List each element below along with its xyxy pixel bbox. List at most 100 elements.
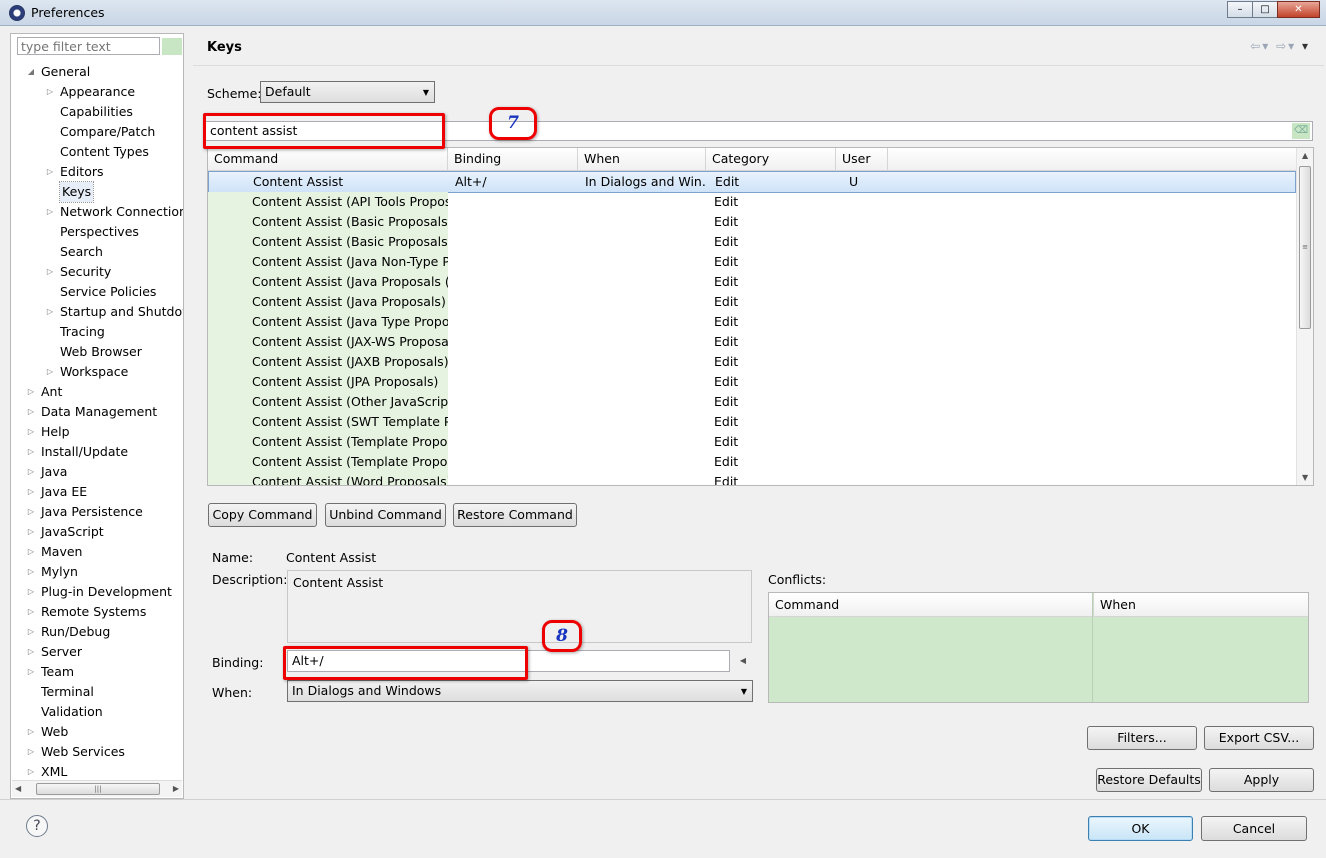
binding-menu-icon[interactable]: ◀ bbox=[734, 650, 752, 672]
expand-arrow-icon[interactable]: ▷ bbox=[26, 382, 36, 402]
clear-search-icon[interactable]: ⌫ bbox=[1292, 123, 1310, 139]
back-arrow-icon[interactable]: ⇦▾ bbox=[1250, 39, 1270, 53]
column-header[interactable]: Category bbox=[706, 148, 836, 171]
view-menu-icon[interactable]: ▾ bbox=[1302, 39, 1310, 53]
forward-arrow-icon[interactable]: ⇨▾ bbox=[1276, 39, 1296, 53]
table-row[interactable]: Content Assist Alt+/ In Dialogs and Win...… bbox=[208, 171, 1296, 193]
expand-arrow-icon[interactable]: ▷ bbox=[26, 442, 36, 462]
column-header[interactable]: Command bbox=[208, 148, 448, 171]
tree-item[interactable]: ▷ Server bbox=[11, 642, 183, 662]
tree-item[interactable]: ▷ Team bbox=[11, 662, 183, 682]
tree-item[interactable]: Tracing bbox=[11, 322, 183, 342]
tree-item[interactable]: ▷ Java EE bbox=[11, 482, 183, 502]
tree-item[interactable]: Keys bbox=[11, 181, 183, 203]
expand-arrow-icon[interactable]: ▷ bbox=[45, 362, 55, 382]
tree-item[interactable]: ▷ JavaScript bbox=[11, 522, 183, 542]
expand-arrow-icon[interactable]: ▷ bbox=[26, 522, 36, 542]
maximize-button[interactable]: □ bbox=[1252, 1, 1278, 18]
tree-item[interactable]: ▷ Data Management bbox=[11, 402, 183, 422]
tree-item[interactable]: ▷ Web bbox=[11, 722, 183, 742]
tree-item[interactable]: ▷ Java Persistence bbox=[11, 502, 183, 522]
tree-item[interactable]: ▷ Workspace bbox=[11, 362, 183, 382]
scroll-up-icon[interactable]: ▲ bbox=[1302, 151, 1308, 160]
tree-item[interactable]: ▷ Run/Debug bbox=[11, 622, 183, 642]
tree-item[interactable]: Validation bbox=[11, 702, 183, 722]
tree-item[interactable]: ▷ Remote Systems bbox=[11, 602, 183, 622]
tree-item[interactable]: ▷ Help bbox=[11, 422, 183, 442]
table-row[interactable]: Content Assist (Template Proposa Edit bbox=[208, 452, 1297, 472]
scroll-down-icon[interactable]: ▼ bbox=[1302, 473, 1308, 482]
export-csv-button[interactable]: Export CSV... bbox=[1204, 726, 1314, 750]
filter-input[interactable] bbox=[17, 37, 160, 55]
cancel-button[interactable]: Cancel bbox=[1201, 816, 1307, 841]
expand-arrow-icon[interactable]: ▷ bbox=[26, 742, 36, 762]
expand-arrow-icon[interactable]: ▷ bbox=[26, 622, 36, 642]
conflicts-column-when[interactable]: When bbox=[1093, 593, 1136, 617]
tree-item[interactable]: Capabilities bbox=[11, 102, 183, 122]
table-row[interactable]: Content Assist (JAX-WS Proposals Edit bbox=[208, 332, 1297, 352]
tree-item[interactable]: ▷ Security bbox=[11, 262, 183, 282]
table-row[interactable]: Content Assist (Java Type Proposa Edit bbox=[208, 312, 1297, 332]
minimize-button[interactable]: – bbox=[1227, 1, 1253, 18]
clear-filter-button[interactable] bbox=[162, 38, 182, 55]
tree-item[interactable]: ▷ Network Connections bbox=[11, 202, 183, 222]
tree-horizontal-scrollbar[interactable]: ◀ ||| ▶ bbox=[12, 780, 182, 797]
filters-button[interactable]: Filters... bbox=[1087, 726, 1197, 750]
tree-item[interactable]: ▷ Web Services bbox=[11, 742, 183, 762]
restore-command-button[interactable]: Restore Command bbox=[453, 503, 577, 527]
expand-arrow-icon[interactable]: ▷ bbox=[26, 722, 36, 742]
tree-item[interactable]: Content Types bbox=[11, 142, 183, 162]
table-vertical-scrollbar[interactable]: ▲ ≡ ▼ bbox=[1296, 148, 1313, 485]
scroll-thumb[interactable]: ≡ bbox=[1299, 166, 1311, 329]
tree-item[interactable]: ▷ Startup and Shutdow bbox=[11, 302, 183, 322]
tree-item[interactable]: ◢ General bbox=[11, 62, 183, 82]
when-select[interactable]: In Dialogs and Windows ▼ bbox=[287, 680, 753, 702]
tree-item[interactable]: ▷ Install/Update bbox=[11, 442, 183, 462]
tree-item[interactable]: ▷ Plug-in Development bbox=[11, 582, 183, 602]
tree-item[interactable]: ▷ Maven bbox=[11, 542, 183, 562]
tree-item[interactable]: ▷ Editors bbox=[11, 162, 183, 182]
scroll-left-icon[interactable]: ◀ bbox=[15, 784, 21, 793]
expand-arrow-icon[interactable]: ▷ bbox=[26, 562, 36, 582]
expand-arrow-icon[interactable]: ▷ bbox=[26, 542, 36, 562]
collapse-arrow-icon[interactable]: ◢ bbox=[26, 62, 36, 82]
tree-item[interactable]: Perspectives bbox=[11, 222, 183, 242]
expand-arrow-icon[interactable]: ▷ bbox=[45, 302, 55, 322]
expand-arrow-icon[interactable]: ▷ bbox=[26, 502, 36, 522]
expand-arrow-icon[interactable]: ▷ bbox=[26, 482, 36, 502]
conflicts-column-command[interactable]: Command bbox=[769, 593, 839, 617]
scroll-thumb[interactable]: ||| bbox=[36, 783, 160, 795]
expand-arrow-icon[interactable]: ▷ bbox=[26, 462, 36, 482]
tree-item[interactable]: Web Browser bbox=[11, 342, 183, 362]
column-header[interactable]: User bbox=[836, 148, 888, 171]
copy-command-button[interactable]: Copy Command bbox=[208, 503, 317, 527]
table-row[interactable]: Content Assist (JPA Proposals) Edit bbox=[208, 372, 1297, 392]
help-icon[interactable]: ? bbox=[26, 815, 48, 837]
tree-item[interactable]: ▷ XML bbox=[11, 762, 183, 778]
expand-arrow-icon[interactable]: ▷ bbox=[45, 162, 55, 182]
table-row[interactable]: Content Assist (SWT Template Pro Edit bbox=[208, 412, 1297, 432]
scheme-select[interactable]: Default ▼ bbox=[260, 81, 435, 103]
table-row[interactable]: Content Assist (Java Non-Type Pro Edit bbox=[208, 252, 1297, 272]
table-row[interactable]: Content Assist (JAXB Proposals) Edit bbox=[208, 352, 1297, 372]
expand-arrow-icon[interactable]: ▷ bbox=[26, 582, 36, 602]
ok-button[interactable]: OK bbox=[1088, 816, 1193, 841]
table-row[interactable]: Content Assist (API Tools Proposa Edit bbox=[208, 192, 1297, 212]
tree-item[interactable]: ▷ Appearance bbox=[11, 82, 183, 102]
expand-arrow-icon[interactable]: ▷ bbox=[26, 602, 36, 622]
unbind-command-button[interactable]: Unbind Command bbox=[325, 503, 446, 527]
table-row[interactable]: Content Assist (Java Proposals (Ta Edit bbox=[208, 272, 1297, 292]
expand-arrow-icon[interactable]: ▷ bbox=[45, 82, 55, 102]
tree-item[interactable]: ▷ Ant bbox=[11, 382, 183, 402]
expand-arrow-icon[interactable]: ▷ bbox=[26, 662, 36, 682]
restore-defaults-button[interactable]: Restore Defaults bbox=[1096, 768, 1202, 792]
expand-arrow-icon[interactable]: ▷ bbox=[45, 262, 55, 282]
tree-item[interactable]: Terminal bbox=[11, 682, 183, 702]
expand-arrow-icon[interactable]: ▷ bbox=[26, 642, 36, 662]
column-header[interactable]: Binding bbox=[448, 148, 578, 171]
tree-item[interactable]: Compare/Patch bbox=[11, 122, 183, 142]
scroll-right-icon[interactable]: ▶ bbox=[173, 784, 179, 793]
apply-button[interactable]: Apply bbox=[1209, 768, 1314, 792]
column-header[interactable]: When bbox=[578, 148, 706, 171]
table-row[interactable]: Content Assist (Basic Proposals) Edit bbox=[208, 212, 1297, 232]
